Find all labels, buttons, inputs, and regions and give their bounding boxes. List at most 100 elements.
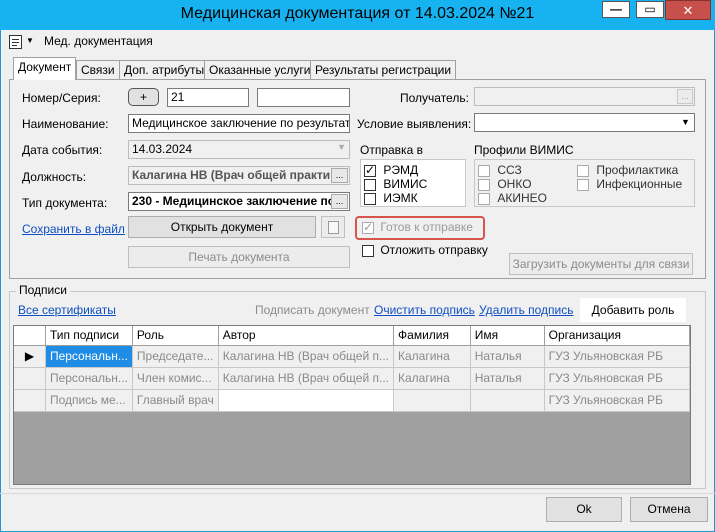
vimis-checkbox[interactable]	[364, 178, 376, 191]
table-cell[interactable]: Персональн...	[45, 367, 133, 390]
ready-to-send-option[interactable]: Готов к отправке	[362, 220, 473, 234]
table-cell[interactable]: ГУЗ Ульяновская РБ	[544, 345, 690, 368]
doctype-browse-button[interactable]: ...	[331, 194, 348, 209]
add-role-button[interactable]: Добавить роль	[580, 298, 686, 322]
table-cell[interactable]: Подпись ме...	[45, 389, 133, 412]
ready-to-send-checkbox[interactable]	[362, 220, 374, 234]
send-option-remd[interactable]: РЭМД	[364, 163, 418, 177]
position-field[interactable]: Калагина НВ (Врач общей практи	[128, 166, 350, 185]
tab-services[interactable]: Оказанные услуги	[204, 60, 316, 79]
column-header[interactable]: Имя	[470, 326, 545, 346]
table-cell[interactable]: Главный врач	[132, 389, 219, 412]
postpone-send-option[interactable]: Отложить отправку	[362, 243, 488, 257]
number-input[interactable]: 21	[167, 88, 249, 107]
chevron-down-icon[interactable]: ▼	[337, 142, 346, 152]
akineo-checkbox[interactable]	[478, 192, 490, 205]
table-row[interactable]: Персональн... Член комис... Калагина НВ …	[14, 367, 690, 390]
ssz-label: ССЗ	[497, 163, 522, 177]
document-icon[interactable]	[9, 35, 22, 49]
all-certificates-link[interactable]: Все сертификаты	[18, 303, 116, 317]
attach-file-button[interactable]	[321, 216, 345, 238]
sign-document-button[interactable]: Подписать документ	[255, 303, 370, 317]
recipient-label: Получатель:	[400, 91, 469, 105]
chevron-down-icon[interactable]: ▼	[678, 115, 693, 130]
tab-extra-attributes[interactable]: Доп. атрибуты	[119, 60, 210, 79]
save-to-file-link[interactable]: Сохранить в файл	[22, 222, 125, 236]
table-cell[interactable]: Персональн...	[45, 345, 133, 368]
vimis-profile-infection[interactable]: Инфекционные	[577, 177, 682, 191]
doctype-label: Тип документа:	[22, 196, 108, 210]
condition-select[interactable]	[474, 113, 695, 132]
vimis-profile-prevention[interactable]: Профилактика	[577, 163, 678, 177]
name-input[interactable]: Медицинское заключение по результатам	[128, 114, 350, 133]
table-cell[interactable]: Калагина	[393, 367, 471, 390]
table-row[interactable]: ▶ Персональн... Председате... Калагина Н…	[14, 345, 690, 368]
clear-signature-link[interactable]: Очистить подпись	[374, 303, 475, 317]
table-cell[interactable]: ГУЗ Ульяновская РБ	[544, 367, 690, 390]
tab-links[interactable]: Связи	[76, 60, 120, 79]
table-cell[interactable]: Калагина	[393, 345, 471, 368]
date-field[interactable]: 14.03.2024 ▼	[128, 140, 350, 159]
postpone-label: Отложить отправку	[380, 243, 488, 257]
table-cell[interactable]	[470, 389, 545, 412]
iemk-label: ИЭМК	[383, 191, 418, 205]
minimize-button[interactable]: —	[602, 1, 630, 18]
column-header[interactable]: Тип подписи	[45, 326, 133, 346]
ssz-checkbox[interactable]	[478, 164, 490, 177]
row-header-corner	[14, 326, 46, 346]
vimis-profile-ssz[interactable]: ССЗ	[478, 163, 522, 177]
menu-med-documentation[interactable]: Мед. документация	[44, 34, 153, 48]
table-row[interactable]: Подпись ме... Главный врач ГУЗ Ульяновск…	[14, 389, 690, 412]
table-cell[interactable]: Председате...	[132, 345, 219, 368]
send-option-iemk[interactable]: ИЭМК	[364, 191, 418, 205]
row-header	[14, 367, 46, 390]
column-header[interactable]: Роль	[132, 326, 219, 346]
infection-checkbox[interactable]	[577, 178, 589, 191]
table-cell[interactable]: Наталья	[470, 367, 545, 390]
vimis-profiles-label: Профили ВИМИС	[474, 143, 574, 157]
position-browse-button[interactable]: ...	[331, 168, 348, 183]
recipient-field[interactable]	[474, 87, 695, 106]
vimis-profile-onko[interactable]: ОНКО	[478, 177, 532, 191]
table-cell[interactable]: Калагина НВ (Врач общей п...	[218, 367, 395, 390]
prevention-checkbox[interactable]	[577, 164, 589, 177]
condition-label: Условие выявления:	[357, 117, 472, 131]
tab-document[interactable]: Документ	[13, 57, 77, 80]
ready-to-send-label: Готов к отправке	[380, 220, 473, 234]
akineo-label: АКИНЕО	[497, 191, 547, 205]
vimis-profile-akineo[interactable]: АКИНЕО	[478, 191, 547, 205]
table-cell[interactable]: Калагина НВ (Врач общей п...	[218, 345, 395, 368]
column-header[interactable]: Фамилия	[393, 326, 471, 346]
column-header[interactable]: Автор	[218, 326, 395, 346]
doctype-field[interactable]: 230 - Медицинское заключение по	[128, 192, 350, 211]
column-header[interactable]: Организация	[544, 326, 690, 346]
name-label: Наименование:	[22, 117, 109, 131]
delete-signature-link[interactable]: Удалить подпись	[479, 303, 574, 317]
remd-checkbox[interactable]	[364, 163, 376, 177]
series-input[interactable]	[257, 88, 350, 107]
print-document-button[interactable]: Печать документа	[128, 246, 350, 268]
table-cell[interactable]: Наталья	[470, 345, 545, 368]
table-cell[interactable]: ГУЗ Ульяновская РБ	[544, 389, 690, 412]
open-document-button[interactable]: Открыть документ	[128, 216, 316, 238]
onko-checkbox[interactable]	[478, 178, 490, 191]
plus-button[interactable]: +	[128, 88, 159, 106]
send-option-vimis[interactable]: ВИМИС	[364, 177, 427, 191]
signatures-table: Тип подписи Роль Автор Фамилия Имя Орган…	[13, 325, 691, 485]
footer-divider	[0, 493, 715, 494]
load-docs-button[interactable]: Загрузить документы для связи	[509, 253, 693, 275]
recipient-browse-button[interactable]: ...	[677, 89, 693, 104]
vimis-label: ВИМИС	[383, 177, 428, 191]
tab-registration-results[interactable]: Результаты регистрации	[310, 60, 457, 79]
maximize-button[interactable]: ▭	[636, 1, 664, 18]
table-cell[interactable]	[393, 389, 471, 412]
table-cell[interactable]	[218, 389, 395, 412]
current-row-indicator: ▶	[14, 345, 46, 368]
close-button[interactable]: ✕	[665, 0, 711, 20]
dropdown-arrow-icon[interactable]: ▼	[26, 36, 34, 45]
ok-button[interactable]: Ok	[546, 497, 622, 522]
iemk-checkbox[interactable]	[364, 192, 376, 205]
postpone-checkbox[interactable]	[362, 244, 374, 257]
cancel-button[interactable]: Отмена	[630, 497, 708, 522]
table-cell[interactable]: Член комис...	[132, 367, 219, 390]
